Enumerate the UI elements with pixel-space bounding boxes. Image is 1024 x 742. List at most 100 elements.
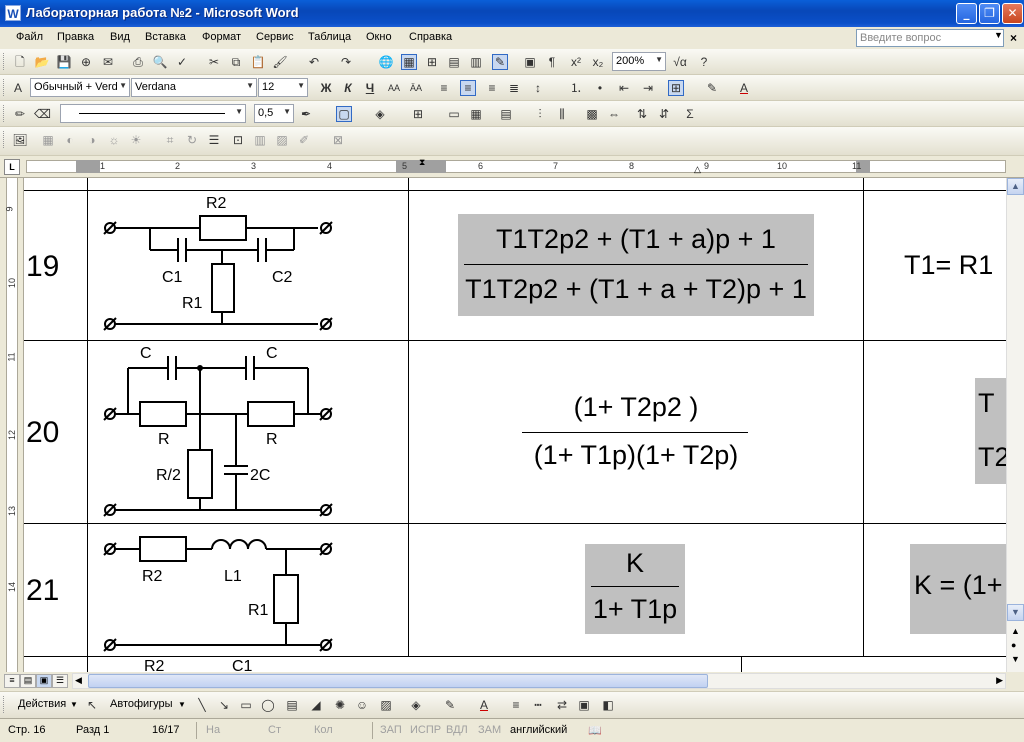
- wordart-icon[interactable]: ◢: [308, 697, 324, 713]
- menu-edit[interactable]: Правка: [57, 31, 94, 43]
- menu-tools[interactable]: Сервис: [256, 31, 294, 43]
- underline-icon[interactable]: Ч: [362, 80, 378, 96]
- vertical-scrollbar[interactable]: ▲ ▼ ▲ ● ▼: [1006, 178, 1024, 672]
- redo-icon[interactable]: ↷: [338, 54, 354, 70]
- font-size-select[interactable]: 12 ▼: [258, 78, 308, 97]
- distribute-rows-icon[interactable]: ⫶: [532, 106, 548, 122]
- arrow-icon[interactable]: ↘: [216, 697, 232, 713]
- select-objects-icon[interactable]: ↖: [84, 697, 100, 713]
- status-track[interactable]: ИСПР: [410, 724, 441, 736]
- indent-marker-icon[interactable]: ⧗: [419, 157, 425, 168]
- menu-file[interactable]: Файл: [16, 31, 43, 43]
- align-left-icon[interactable]: ≡: [436, 80, 452, 96]
- open-folder-icon[interactable]: 📂: [34, 54, 50, 70]
- browse-object-icon[interactable]: ●: [1011, 640, 1016, 650]
- toolbar-grip[interactable]: [3, 53, 6, 70]
- chevron-down-icon[interactable]: ▼: [994, 30, 1003, 40]
- close-document-icon[interactable]: ×: [1010, 31, 1017, 45]
- bold-icon[interactable]: Ж: [318, 80, 334, 96]
- spelling-status-icon[interactable]: 📖: [588, 724, 602, 737]
- char-spacing-icon[interactable]: АА: [386, 80, 402, 96]
- align-center-icon[interactable]: ≡: [460, 80, 476, 96]
- decrease-indent-icon[interactable]: ⇤: [616, 80, 632, 96]
- tab-stop-icon[interactable]: △: [694, 164, 701, 175]
- char-scale-icon[interactable]: ÄА: [408, 80, 424, 96]
- menu-view[interactable]: Вид: [110, 31, 130, 43]
- line-weight-select[interactable]: 0,5 ▼: [254, 104, 294, 123]
- shadow-icon[interactable]: ▣: [576, 697, 592, 713]
- print-preview-icon[interactable]: 🔍: [152, 54, 168, 70]
- equation-icon[interactable]: √α: [672, 54, 688, 70]
- new-document-icon[interactable]: 🗋: [12, 54, 28, 70]
- help-icon[interactable]: ?: [696, 54, 712, 70]
- insert-picture-icon[interactable]: 🖼: [12, 132, 28, 148]
- 3d-icon[interactable]: ◧: [600, 697, 616, 713]
- font-select[interactable]: Verdana ▼: [131, 78, 257, 97]
- print-view-button[interactable]: ▣: [36, 674, 52, 688]
- toolbar-grip[interactable]: [3, 105, 6, 122]
- spelling-icon[interactable]: ✓: [174, 54, 190, 70]
- align-icon[interactable]: ▤: [498, 106, 514, 122]
- line-color-icon[interactable]: ✎: [442, 697, 458, 713]
- compress-icon[interactable]: ⊡: [230, 132, 246, 148]
- toolbar-grip[interactable]: [3, 696, 6, 713]
- superscript-icon[interactable]: x²: [568, 54, 584, 70]
- line-icon[interactable]: ╲: [194, 697, 210, 713]
- show-hide-icon[interactable]: ¶: [544, 54, 560, 70]
- paste-icon[interactable]: 📋: [250, 54, 266, 70]
- outline-view-button[interactable]: ☰: [52, 674, 68, 688]
- undo-icon[interactable]: ↶: [306, 54, 322, 70]
- bullets-icon[interactable]: •: [592, 80, 608, 96]
- toolbar-grip[interactable]: [3, 131, 6, 148]
- permission-icon[interactable]: ⊕: [78, 54, 94, 70]
- document-area[interactable]: 19 R2 C1 C2 R1 T1T2p2 + (T1 + a)p + 1 T1…: [24, 178, 1006, 672]
- scroll-right-icon[interactable]: ▶: [996, 675, 1003, 686]
- text-box-icon[interactable]: ▤: [284, 697, 300, 713]
- align-right-icon[interactable]: ≡: [484, 80, 500, 96]
- tables-borders-icon[interactable]: ▦: [401, 54, 417, 70]
- toolbar-grip[interactable]: [3, 79, 6, 96]
- scroll-down-button[interactable]: ▼: [1007, 604, 1024, 621]
- highlight-icon[interactable]: ✎: [704, 80, 720, 96]
- increase-indent-icon[interactable]: ⇥: [640, 80, 656, 96]
- rectangle-icon[interactable]: ▭: [238, 697, 254, 713]
- insert-table-icon[interactable]: ⊞: [410, 106, 426, 122]
- justify-icon[interactable]: ≣: [506, 80, 522, 96]
- sort-ascending-icon[interactable]: ⇅: [634, 106, 650, 122]
- split-cells-icon[interactable]: ▦: [468, 106, 484, 122]
- tab-selector[interactable]: L: [4, 159, 20, 175]
- cut-icon[interactable]: ✂: [206, 54, 222, 70]
- hyperlink-icon[interactable]: 🌐: [378, 54, 394, 70]
- document-map-icon[interactable]: ▣: [522, 54, 538, 70]
- numbering-icon[interactable]: ⒈: [568, 80, 584, 96]
- insert-excel-icon[interactable]: ▤: [446, 54, 462, 70]
- border-color-icon[interactable]: ✒: [298, 106, 314, 122]
- format-painter-icon[interactable]: 🖌: [272, 54, 288, 70]
- shading-icon[interactable]: ◈: [372, 106, 388, 122]
- merge-cells-icon[interactable]: ▭: [446, 106, 462, 122]
- copy-icon[interactable]: ⧉: [228, 54, 244, 70]
- picture-icon[interactable]: ▨: [378, 697, 394, 713]
- web-view-button[interactable]: ▤: [20, 674, 36, 688]
- vertical-ruler-strip[interactable]: [6, 178, 18, 672]
- table-autoformat-icon[interactable]: ▩: [584, 106, 600, 122]
- save-icon[interactable]: 💾: [56, 54, 72, 70]
- status-extend[interactable]: ВДЛ: [446, 724, 468, 736]
- drawing-icon[interactable]: ✎: [492, 54, 508, 70]
- word-app-icon[interactable]: W: [5, 5, 21, 21]
- horizontal-scrollbar[interactable]: ◀ ▶: [72, 673, 1006, 689]
- diagram-icon[interactable]: ✺: [332, 697, 348, 713]
- line-style-icon[interactable]: ≡: [508, 697, 524, 713]
- line-style-icon[interactable]: ☰: [206, 132, 222, 148]
- scroll-thumb[interactable]: [88, 674, 708, 688]
- fill-color-icon[interactable]: ◈: [408, 697, 424, 713]
- draw-table-icon[interactable]: ✏: [12, 106, 28, 122]
- actions-menu[interactable]: Действия: [18, 698, 66, 710]
- status-language[interactable]: английский: [510, 724, 567, 736]
- restore-button[interactable]: ❐: [979, 3, 1000, 24]
- autosum-icon[interactable]: Σ: [682, 106, 698, 122]
- oval-icon[interactable]: ◯: [260, 697, 276, 713]
- email-icon[interactable]: ✉: [100, 54, 116, 70]
- font-color-icon[interactable]: A: [736, 80, 752, 96]
- status-record[interactable]: ЗАП: [380, 724, 402, 736]
